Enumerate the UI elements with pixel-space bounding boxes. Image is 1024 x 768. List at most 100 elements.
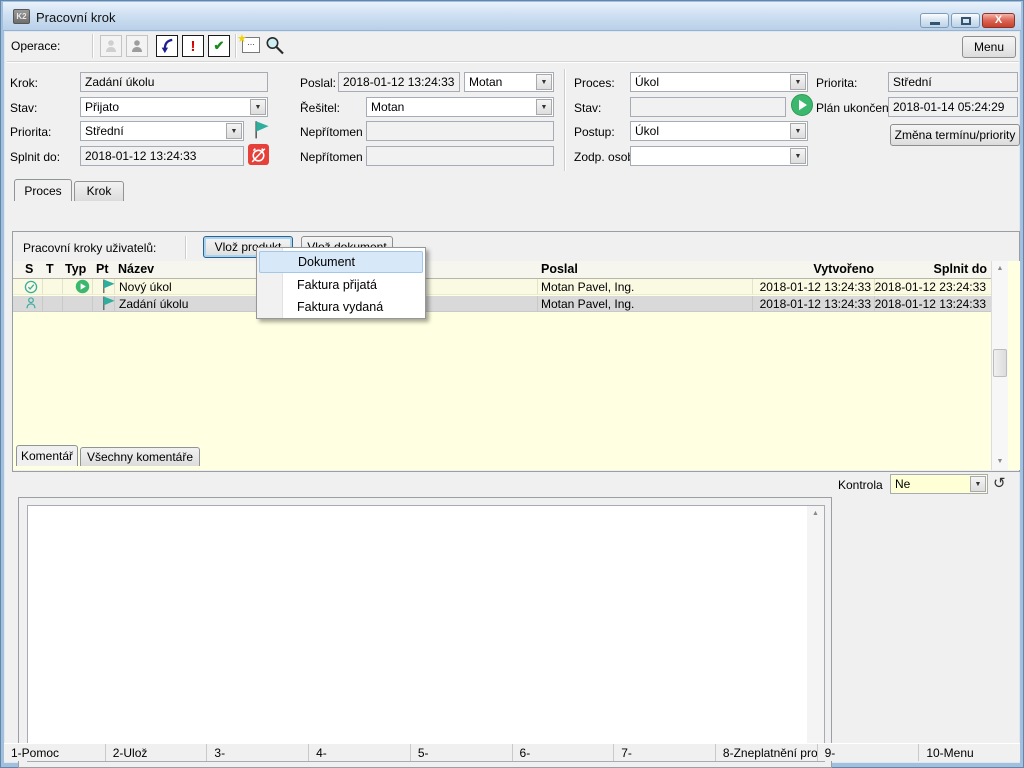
- toolbar-divider: [7, 61, 1019, 63]
- row-poslal: Motan Pavel, Ing.: [541, 297, 635, 311]
- new-star-icon: ★: [237, 33, 247, 45]
- row-vytvoreno: 2018-01-12 13:24:33: [759, 297, 871, 311]
- history-icon[interactable]: ↺: [993, 474, 1006, 492]
- return-step-icon[interactable]: [156, 35, 178, 57]
- person-dark-icon: [132, 40, 142, 52]
- plan-ukonceni-label: Plán ukončení:: [816, 101, 896, 115]
- col-header-t[interactable]: T: [46, 262, 54, 276]
- col-header-typ[interactable]: Typ: [65, 262, 86, 276]
- chevron-down-icon[interactable]: ▼: [536, 74, 552, 90]
- fkey-10-menu[interactable]: 10-Menu: [919, 744, 1020, 761]
- statusbar: 1-Pomoc 2-Ulož 3- 4- 5- 6- 7- 8-Zneplatn…: [4, 743, 1020, 761]
- fkey-2-uloz[interactable]: 2-Ulož: [106, 744, 208, 761]
- resitel-value: Motan: [371, 100, 405, 114]
- tab-vsechny-komentare[interactable]: Všechny komentáře: [80, 447, 200, 466]
- postup-value: Úkol: [635, 124, 660, 138]
- kontrola-label: Kontrola: [838, 478, 883, 492]
- chevron-down-icon[interactable]: ▼: [790, 123, 806, 139]
- scroll-up-icon[interactable]: ▲: [992, 261, 1008, 277]
- priorita-label: Priorita:: [10, 125, 52, 139]
- tab-komentar[interactable]: Komentář: [16, 445, 78, 466]
- resitel-label: Řešitel:: [300, 101, 341, 115]
- fkey-3[interactable]: 3-: [207, 744, 310, 761]
- minimize-icon: [930, 22, 940, 25]
- resitel-combo[interactable]: Motan ▼: [366, 97, 554, 117]
- poslal-person-value: Motan: [469, 75, 503, 89]
- nepritomen-do-field[interactable]: [366, 146, 554, 166]
- chevron-down-icon[interactable]: ▼: [790, 148, 806, 164]
- table-row-selected[interactable]: Zadání úkolu Motan Pavel, Ing. 2018-01-1…: [13, 296, 991, 312]
- menu-button[interactable]: Menu: [962, 36, 1016, 58]
- stav-label: Stav:: [10, 101, 38, 115]
- zodp-osoba-combo[interactable]: ▼: [630, 146, 808, 166]
- nepritomen-od-field[interactable]: [366, 121, 554, 141]
- scroll-down-icon[interactable]: ▼: [992, 454, 1008, 470]
- splnit-do-field[interactable]: 2018-01-12 13:24:33: [80, 146, 244, 166]
- stav2-field[interactable]: [630, 97, 786, 117]
- kontrola-combo[interactable]: Ne ▼: [890, 474, 988, 494]
- row-poslal: Motan Pavel, Ing.: [541, 280, 635, 294]
- poslal-date-field[interactable]: 2018-01-12 13:24:33: [338, 72, 460, 92]
- poslal-person-combo[interactable]: Motan ▼: [464, 72, 554, 92]
- fkey-8-zneplatneni[interactable]: 8-Zneplatnění produ: [716, 744, 818, 761]
- postup-combo[interactable]: Úkol ▼: [630, 121, 808, 141]
- user-forward-icon[interactable]: [126, 35, 148, 57]
- krok-label: Krok:: [10, 76, 39, 90]
- fkey-6[interactable]: 6-: [513, 744, 615, 761]
- change-deadline-button[interactable]: Změna termínu/priority: [890, 124, 1020, 146]
- chevron-down-icon[interactable]: ▼: [226, 123, 242, 139]
- priority-exclamation-icon[interactable]: !: [182, 35, 204, 57]
- fkey-4[interactable]: 4-: [309, 744, 411, 761]
- priorita2-field[interactable]: Střední: [888, 72, 1018, 92]
- menu-item-faktura-prijata[interactable]: Faktura přijatá: [259, 274, 423, 296]
- close-button[interactable]: X: [982, 13, 1015, 28]
- chevron-down-icon[interactable]: ▼: [790, 74, 806, 90]
- table-row[interactable]: Nový úkol Motan Pavel, Ing. 2018-01-12 1…: [13, 279, 991, 295]
- fkey-9[interactable]: 9-: [818, 744, 920, 761]
- stav2-label: Stav:: [574, 101, 602, 115]
- menu-item-dokument[interactable]: Dokument: [259, 251, 423, 273]
- maximize-icon: [961, 17, 971, 25]
- maximize-button[interactable]: [951, 13, 980, 28]
- col-header-nazev[interactable]: Název: [118, 262, 154, 276]
- kontrola-value: Ne: [895, 477, 911, 491]
- window-title: Pracovní krok: [36, 10, 116, 25]
- chevron-down-icon[interactable]: ▼: [250, 99, 266, 115]
- toolbar-separator: [92, 34, 94, 58]
- col-header-splnit-do[interactable]: Splnit do: [934, 262, 987, 276]
- worksteps-separator: [185, 236, 187, 259]
- fkey-5[interactable]: 5-: [411, 744, 513, 761]
- stav-combo[interactable]: Přijato ▼: [80, 97, 268, 117]
- chevron-down-icon[interactable]: ▼: [970, 476, 986, 492]
- comment-scrollbar[interactable]: ▲ ▼: [807, 506, 824, 761]
- col-header-vytvoreno[interactable]: Vytvořeno: [813, 262, 874, 276]
- menu-item-faktura-vydana[interactable]: Faktura vydaná: [259, 296, 423, 318]
- tab-krok[interactable]: Krok: [74, 181, 124, 201]
- app-logo-icon: K2: [13, 9, 30, 24]
- row-splnit-do: 2018-01-12 13:24:33: [874, 297, 986, 311]
- plan-ukonceni-field[interactable]: 2018-01-14 05:24:29: [888, 97, 1018, 117]
- fkey-1-pomoc[interactable]: 1-Pomoc: [4, 744, 106, 761]
- start-play-icon[interactable]: [790, 93, 814, 120]
- proces-combo[interactable]: Úkol ▼: [630, 72, 808, 92]
- minimize-button[interactable]: [920, 13, 949, 28]
- table-scrollbar[interactable]: ▲ ▼: [991, 261, 1008, 470]
- table-header-row[interactable]: S T Typ Pt Název Poslal Vytvořeno Splnit…: [13, 261, 991, 279]
- col-header-pt[interactable]: Pt: [96, 262, 109, 276]
- chevron-down-icon[interactable]: ▼: [536, 99, 552, 115]
- fkey-7[interactable]: 7-: [614, 744, 716, 761]
- priorita-combo[interactable]: Střední ▼: [80, 121, 244, 141]
- priorita2-label: Priorita:: [816, 76, 858, 90]
- col-header-poslal[interactable]: Poslal: [541, 262, 578, 276]
- zoom-icon[interactable]: [264, 35, 285, 59]
- tab-proces[interactable]: Proces: [14, 179, 72, 201]
- scrollbar-thumb[interactable]: [993, 349, 1007, 377]
- scroll-up-icon[interactable]: ▲: [807, 506, 824, 522]
- confirm-check-icon[interactable]: ✔: [208, 35, 230, 57]
- krok-field[interactable]: Zadání úkolu: [80, 72, 268, 92]
- row-nazev: Nový úkol: [119, 280, 172, 294]
- comment-textarea[interactable]: [27, 505, 825, 762]
- user-assign-icon[interactable]: [100, 35, 122, 57]
- person-icon: [106, 40, 116, 52]
- col-header-s[interactable]: S: [25, 262, 33, 276]
